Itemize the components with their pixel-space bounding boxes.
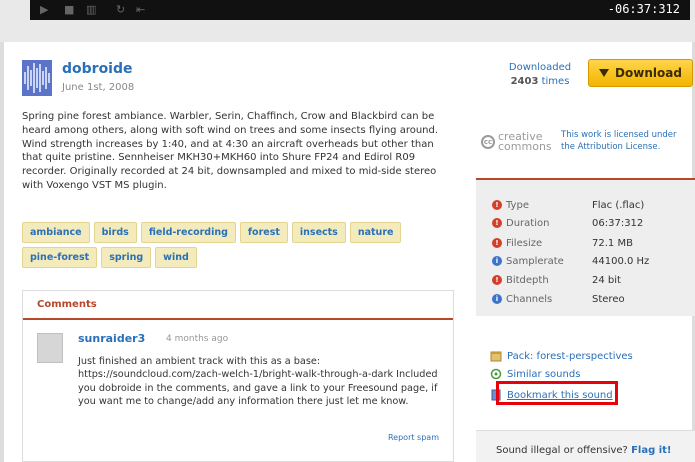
stop-icon[interactable]: ■ xyxy=(64,3,74,16)
info-value: 72.1 MB xyxy=(592,237,633,249)
loop-icon[interactable]: ↻ xyxy=(116,3,125,16)
downloaded-suffix: times xyxy=(541,76,570,87)
info-row-channels: i Channels Stereo xyxy=(492,291,625,307)
cc-word-bottom: commons xyxy=(498,140,552,153)
player-time: -06:37:312 xyxy=(607,2,680,16)
similar-sounds-icon xyxy=(490,368,502,380)
info-row-filesize: ! Filesize 72.1 MB xyxy=(492,235,633,251)
sound-description: Spring pine forest ambiance. Warbler, Se… xyxy=(22,111,439,191)
player-bar: ▶ ■ ▥ ↻ ⇤ -06:37:312 xyxy=(30,0,690,20)
info-label: Filesize xyxy=(506,237,543,249)
tag[interactable]: wind xyxy=(155,247,197,268)
cc-wordmark: creative commons xyxy=(498,131,552,153)
bookmark-highlight-box xyxy=(496,381,618,405)
tag[interactable]: pine-forest xyxy=(22,247,98,268)
flag-it-link[interactable]: Flag it! xyxy=(631,445,671,456)
waveform-toggle-icon[interactable]: ▥ xyxy=(86,3,96,16)
info-label: Bitdepth xyxy=(506,274,549,286)
info-value: 24 bit xyxy=(592,274,621,286)
info-row-bitdepth: ! Bitdepth 24 bit xyxy=(492,272,621,288)
info-value: Flac (.flac) xyxy=(592,199,645,211)
info-icon[interactable]: ! xyxy=(492,238,502,248)
comment-time: 4 months ago xyxy=(166,334,229,344)
info-icon[interactable]: i xyxy=(492,256,502,266)
cc-icon: cc xyxy=(481,135,495,149)
downloaded-times: 2403 times xyxy=(505,75,575,89)
similar-sounds-label: Similar sounds xyxy=(507,368,581,380)
info-icon[interactable]: ! xyxy=(492,275,502,285)
uploader-username[interactable]: dobroide xyxy=(62,61,133,77)
info-icon[interactable]: ! xyxy=(492,200,502,210)
report-panel: Sound illegal or offensive? Flag it! xyxy=(476,430,695,462)
tag[interactable]: insects xyxy=(291,222,346,243)
info-value: 06:37:312 xyxy=(592,217,644,229)
tag[interactable]: ambiance xyxy=(22,222,90,243)
info-value: 44100.0 Hz xyxy=(592,255,650,267)
download-button[interactable]: Download xyxy=(588,59,693,87)
info-row-samplerate: i Samplerate 44100.0 Hz xyxy=(492,253,649,269)
info-row-type: ! Type Flac (.flac) xyxy=(492,197,644,213)
comments-title: Comments xyxy=(37,299,97,310)
report-question: Sound illegal or offensive? xyxy=(496,445,628,456)
pack-icon xyxy=(490,351,502,362)
creative-commons-logo[interactable]: cc creative commons xyxy=(481,130,553,154)
info-label: Duration xyxy=(506,217,550,229)
pack-link-label: Pack: forest-perspectives xyxy=(507,350,633,362)
tag[interactable]: spring xyxy=(101,247,152,268)
info-row-duration: ! Duration 06:37:312 xyxy=(492,215,643,231)
tag[interactable]: birds xyxy=(93,222,137,243)
commenter-username[interactable]: sunraider3 xyxy=(78,332,145,345)
left-border xyxy=(0,42,4,462)
report-spam-link[interactable]: Report spam xyxy=(388,433,439,442)
info-label: Samplerate xyxy=(506,255,564,267)
info-label: Type xyxy=(506,199,529,211)
info-value: Stereo xyxy=(592,293,625,305)
info-icon[interactable]: i xyxy=(492,294,502,304)
rewind-icon[interactable]: ⇤ xyxy=(136,3,145,16)
sound-info-panel: ! Type Flac (.flac) ! Duration 06:37:312… xyxy=(476,178,695,316)
download-arrow-icon xyxy=(599,69,610,77)
user-avatar[interactable] xyxy=(22,60,52,96)
play-icon[interactable]: ▶ xyxy=(40,3,48,16)
tag-list: ambiance birds field-recording forest in… xyxy=(22,222,452,268)
comment-text: Just finished an ambient track with this… xyxy=(78,356,438,407)
upload-date: June 1st, 2008 xyxy=(62,82,135,93)
tag[interactable]: field-recording xyxy=(140,222,236,243)
report-text: Sound illegal or offensive? Flag it! xyxy=(496,445,671,456)
download-button-label: Download xyxy=(615,66,682,80)
commenter-avatar[interactable] xyxy=(37,333,63,363)
tag[interactable]: forest xyxy=(239,222,288,243)
downloaded-count: 2403 xyxy=(510,76,539,87)
pack-link[interactable]: Pack: forest-perspectives xyxy=(490,350,633,362)
download-count: Downloaded 2403 times xyxy=(505,61,575,89)
similar-sounds-link[interactable]: Similar sounds xyxy=(490,368,580,380)
comments-divider xyxy=(23,318,453,320)
downloaded-label: Downloaded xyxy=(508,62,572,73)
info-icon[interactable]: ! xyxy=(492,218,502,228)
audio-player: ▶ ■ ▥ ↻ ⇤ -06:37:312 xyxy=(0,0,695,42)
license-text[interactable]: This work is licensed under the Attribut… xyxy=(561,129,691,153)
info-label: Channels xyxy=(506,293,553,305)
comments-section: Comments sunraider3 4 months ago Just fi… xyxy=(22,290,454,462)
tag[interactable]: nature xyxy=(349,222,402,243)
